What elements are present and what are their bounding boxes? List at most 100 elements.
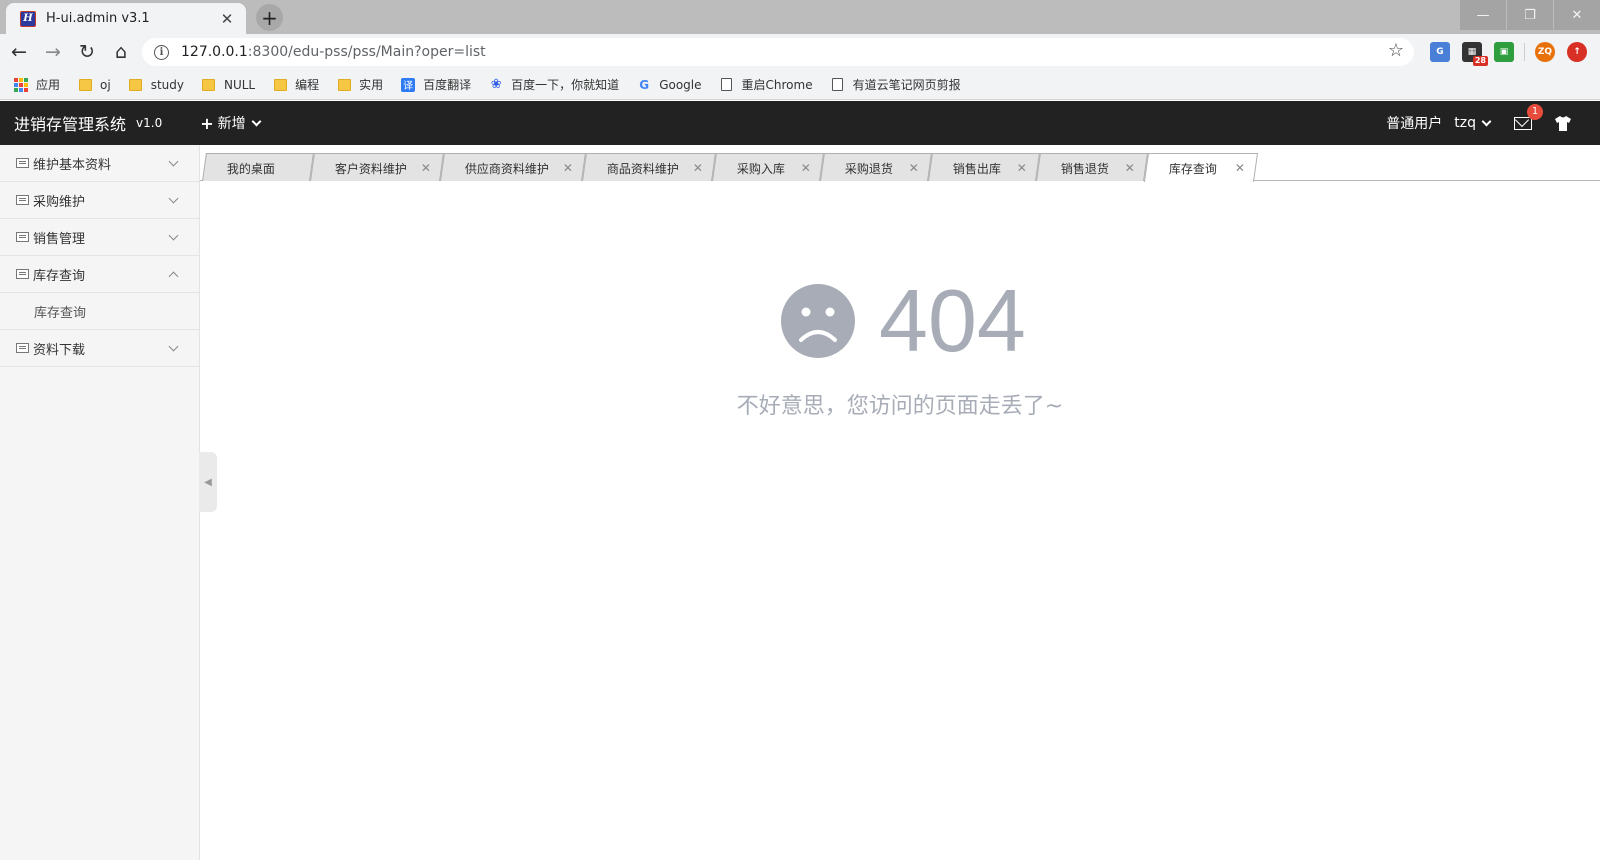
tab-label: 销售退货 — [1060, 161, 1109, 176]
bookmark-label: Google — [659, 77, 702, 92]
apps-grid-icon — [14, 77, 28, 92]
error-message: 不好意思，您访问的页面走丢了~ — [736, 394, 1064, 419]
bookmark-oj[interactable]: oj — [78, 78, 111, 92]
extensions-area: G ▦ 28 ▣ ZQ ↑ — [1424, 34, 1593, 70]
bookmark-star-icon[interactable]: ☆ — [1388, 40, 1404, 61]
sidebar-item-sales[interactable]: 销售管理 — [0, 219, 199, 256]
sidebar-item-purchase[interactable]: 采购维护 — [0, 182, 199, 219]
tab-supplier-data[interactable]: 供应商资料维护 ✕ — [440, 153, 586, 181]
zq-extension-icon[interactable]: ZQ — [1535, 42, 1555, 62]
bookmark-study[interactable]: study — [129, 78, 184, 92]
window-controls: — ❐ ✕ — [1459, 0, 1600, 30]
tab-label: 采购入库 — [736, 161, 785, 176]
url-path: :8300/edu-pss/pss/Main?oper=list — [247, 44, 486, 60]
skin-shirt-icon[interactable] — [1554, 115, 1572, 131]
bookmark-programming[interactable]: 编程 — [273, 76, 319, 93]
list-icon — [16, 158, 29, 168]
address-bar[interactable]: i 127.0.0.1:8300/edu-pss/pss/Main?oper=l… — [142, 38, 1414, 66]
browser-toolbar: ← → ↻ ⌂ i 127.0.0.1:8300/edu-pss/pss/Mai… — [0, 34, 1600, 70]
chevron-down-icon — [168, 156, 179, 167]
bookmark-baidu-translate[interactable]: 译百度翻译 — [401, 76, 471, 93]
bookmark-baidu[interactable]: ❀ 百度一下，你就知道 — [489, 76, 619, 93]
close-icon[interactable]: ✕ — [1125, 161, 1135, 175]
tab-purchase-in[interactable]: 采购入库 ✕ — [712, 153, 824, 181]
translate-icon: 译 — [401, 77, 416, 92]
browser-titlebar: H H-ui.admin v3.1 ✕ + — ❐ ✕ — [0, 0, 1600, 34]
forward-button[interactable]: → — [38, 37, 68, 67]
close-icon[interactable]: ✕ — [1017, 161, 1027, 175]
chevron-down-icon — [251, 116, 262, 126]
card-icon — [16, 195, 29, 205]
chevron-down-icon — [168, 341, 179, 352]
bookmark-google[interactable]: G Google — [637, 78, 701, 92]
content-frame: 404 不好意思，您访问的页面走丢了~ — [200, 182, 1600, 860]
sidebar-item-inventory[interactable]: 库存查询 — [0, 256, 199, 293]
bookmark-apps[interactable]: 应用 — [14, 76, 60, 93]
minimize-button[interactable]: — — [1460, 0, 1506, 30]
tab-sales-out[interactable]: 销售出库 ✕ — [928, 153, 1040, 181]
page-icon — [831, 78, 845, 92]
tab-label: 供应商资料维护 — [464, 161, 549, 176]
sidebar-item-download[interactable]: 资料下载 — [0, 330, 199, 367]
close-icon[interactable]: ✕ — [218, 10, 236, 28]
google-icon: G — [639, 77, 650, 92]
tab-label: 我的桌面 — [226, 161, 275, 176]
bookmarks-bar: 应用 oj study NULL 编程 实用 译百度翻译 ❀ 百度一下，你就知道 … — [0, 70, 1600, 100]
close-icon[interactable]: ✕ — [563, 161, 573, 175]
close-icon[interactable]: ✕ — [801, 161, 811, 175]
sidebar-item-basic-data[interactable]: 维护基本资料 — [0, 145, 199, 182]
user-menu[interactable]: tzq — [1454, 115, 1492, 131]
list-icon — [16, 232, 29, 242]
mail-icon[interactable]: 1 — [1514, 103, 1543, 130]
browser-tab-title: H-ui.admin v3.1 — [46, 11, 150, 26]
user-name: tzq — [1454, 115, 1476, 131]
bookmark-practical[interactable]: 实用 — [337, 76, 383, 93]
error-code: 404 — [879, 271, 1026, 370]
sidebar-item-label: 库存查询 — [33, 268, 86, 284]
plus-icon: + — [200, 113, 214, 133]
sad-face-icon — [781, 284, 855, 358]
tab-customer-data[interactable]: 客户资料维护 ✕ — [310, 153, 444, 181]
bookmark-null[interactable]: NULL — [202, 78, 255, 92]
close-icon[interactable]: ✕ — [909, 161, 919, 175]
reload-button[interactable]: ↻ — [72, 37, 102, 67]
tab-label: 客户资料维护 — [334, 161, 407, 176]
add-menu-label: 新增 — [217, 116, 246, 132]
browser-tab[interactable]: H H-ui.admin v3.1 ✕ — [6, 3, 246, 34]
sidebar-item-label: 维护基本资料 — [33, 157, 112, 173]
extension-separator — [1524, 43, 1525, 61]
bookmark-label: 重启Chrome — [741, 78, 813, 92]
home-button[interactable]: ⌂ — [106, 37, 136, 67]
restore-button[interactable]: ❐ — [1507, 0, 1553, 30]
url-host: 127.0.0.1 — [181, 44, 248, 60]
tab-inventory-query[interactable]: 库存查询 ✕ — [1143, 153, 1259, 182]
update-icon[interactable]: ↑ — [1567, 42, 1587, 62]
add-menu-button[interactable]: + 新增 — [200, 113, 262, 133]
sidebar-item-label: 销售管理 — [33, 231, 86, 247]
calendar-extension-icon[interactable]: ▦ 28 — [1462, 42, 1488, 66]
tab-my-desktop[interactable]: 我的桌面 — [202, 153, 314, 181]
info-icon[interactable]: i — [154, 44, 169, 60]
bookmark-label: 应用 — [36, 78, 61, 92]
close-icon[interactable]: ✕ — [421, 161, 431, 175]
bookmark-youdao-clipper[interactable]: 有道云笔记网页剪报 — [831, 76, 961, 93]
chevron-up-icon — [168, 271, 179, 282]
green-extension-icon[interactable]: ▣ — [1494, 42, 1514, 62]
bookmark-restart-chrome[interactable]: 重启Chrome — [720, 76, 813, 93]
app-logo[interactable]: 进销存管理系统 — [14, 111, 126, 135]
back-button[interactable]: ← — [4, 37, 34, 67]
tab-label: 商品资料维护 — [606, 161, 679, 176]
user-role: 普通用户 — [1386, 116, 1443, 132]
sidebar-subitem-inventory-query[interactable]: 库存查询 — [0, 293, 199, 330]
new-tab-button[interactable]: + — [256, 4, 283, 31]
tab-product-data[interactable]: 商品资料维护 ✕ — [582, 153, 716, 181]
tab-label: 销售出库 — [952, 161, 1001, 176]
tab-sales-return[interactable]: 销售退货 ✕ — [1036, 153, 1148, 181]
close-icon[interactable]: ✕ — [1235, 161, 1245, 175]
message-count-badge: 1 — [1527, 103, 1543, 120]
close-window-button[interactable]: ✕ — [1554, 0, 1600, 30]
tab-purchase-return[interactable]: 采购退货 ✕ — [820, 153, 932, 181]
close-icon[interactable]: ✕ — [693, 161, 703, 175]
translate-extension-icon[interactable]: G — [1430, 42, 1450, 62]
page-tabs-bar: 我的桌面 客户资料维护 ✕ 供应商资料维护 ✕ 商品资料维护 ✕ 采购入库 ✕ 采购退货… — [200, 153, 1600, 182]
